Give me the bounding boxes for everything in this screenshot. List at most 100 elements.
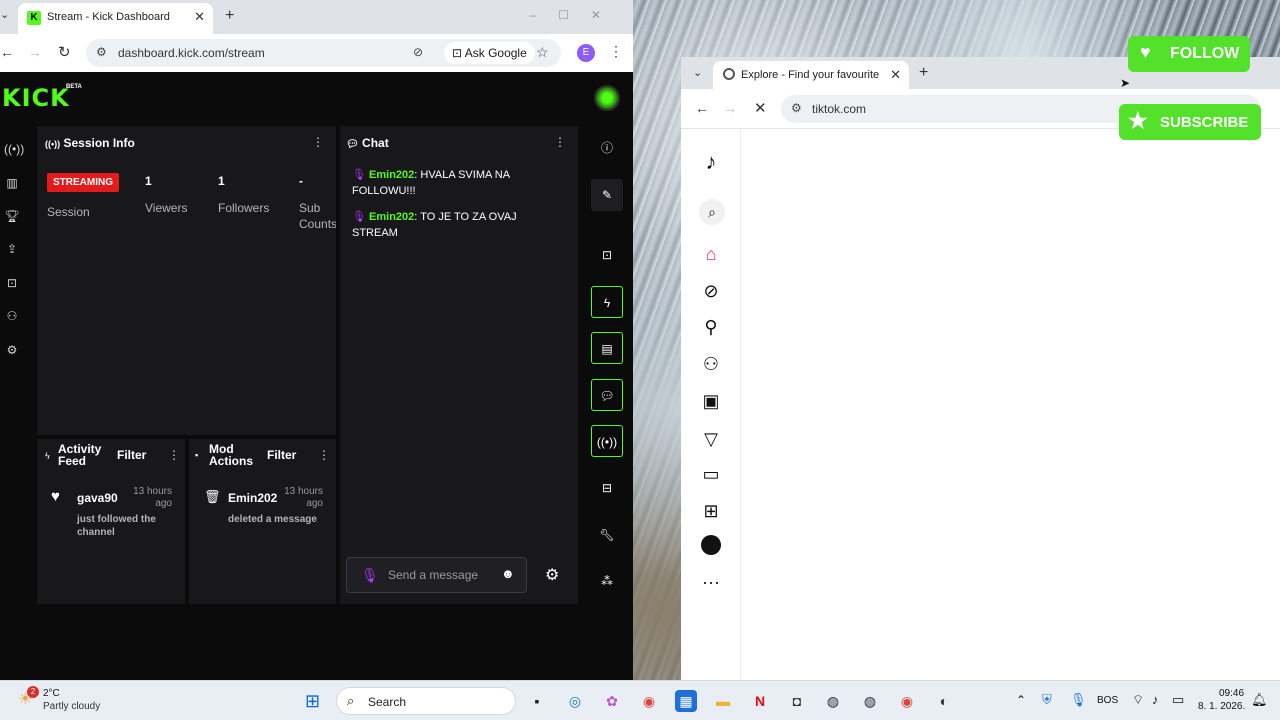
- session-label: Session: [47, 205, 90, 219]
- new-tab-icon[interactable]: +: [919, 64, 928, 82]
- messages-send-icon[interactable]: ▽: [699, 427, 723, 451]
- mic-tray-icon[interactable]: 🎙︎: [1070, 692, 1087, 708]
- more-icon[interactable]: ···: [699, 570, 723, 594]
- tab-search-icon[interactable]: ⌄: [0, 8, 10, 26]
- share-icon[interactable]: ⁂: [591, 565, 623, 597]
- taskbar-search[interactable]: ⌕ Search: [336, 687, 516, 715]
- chrome-menu-icon[interactable]: ⋮: [609, 43, 623, 60]
- search-icon[interactable]: ⌕: [699, 199, 725, 225]
- wifi-icon[interactable]: ⌔: [1132, 692, 1144, 708]
- tab-kick-dashboard[interactable]: K Stream - Kick Dashboard ✕: [18, 3, 213, 34]
- friends-icon[interactable]: ⚇: [699, 352, 723, 376]
- weather-temp[interactable]: 2°C: [43, 688, 60, 699]
- user-avatar[interactable]: [594, 85, 620, 111]
- file-explorer-icon[interactable]: ▬: [712, 690, 734, 712]
- chat-input[interactable]: 🎙︎ Send a message ☻: [346, 557, 527, 593]
- close-tab-icon[interactable]: ✕: [890, 67, 901, 83]
- ask-google-button[interactable]: ⊡ Ask Google: [444, 42, 535, 64]
- kick-logo[interactable]: KICK: [2, 84, 70, 112]
- camera-icon[interactable]: ◘: [786, 690, 808, 712]
- netflix-icon[interactable]: N: [749, 690, 771, 712]
- window-controls[interactable]: –☐✕: [530, 8, 624, 22]
- mod-filter-button[interactable]: Filter: [267, 448, 296, 462]
- wrench-icon[interactable]: 🔧︎: [591, 519, 623, 551]
- notification-bell-icon[interactable]: 🔔︎: [1251, 692, 1268, 708]
- tiktok-logo-icon[interactable]: ♪: [699, 150, 723, 174]
- notes-icon[interactable]: ▤: [591, 332, 623, 364]
- quick-action-icon[interactable]: ϟ: [591, 286, 623, 318]
- clock-date[interactable]: 8. 1. 2026.: [1198, 701, 1245, 712]
- upload-icon[interactable]: ⇪: [4, 242, 20, 258]
- chrome-icon[interactable]: ◉: [638, 690, 660, 712]
- upload-plus-icon[interactable]: ⊞: [699, 499, 723, 523]
- tray-chevron-icon[interactable]: ⌃: [1016, 693, 1026, 707]
- chat-username[interactable]: Emin202: [369, 169, 414, 181]
- info-icon[interactable]: ⓘ: [591, 132, 623, 164]
- tab-tiktok-explore[interactable]: Explore - Find your favourite vi ✕: [713, 61, 909, 89]
- chat-username[interactable]: Emin202: [369, 211, 414, 223]
- chat-icon[interactable]: 💬︎: [591, 379, 623, 411]
- language-indicator[interactable]: BOS: [1097, 695, 1118, 706]
- copilot-icon[interactable]: ✿: [601, 690, 623, 712]
- address-bar[interactable]: ⚙ dashboard.kick.com/stream ⊘ ⊡ Ask Goog…: [86, 39, 561, 67]
- mic-icon[interactable]: 🎙︎: [361, 567, 379, 584]
- activity-username[interactable]: gava90: [77, 491, 118, 505]
- edge-icon[interactable]: ◎: [564, 690, 586, 712]
- new-tab-icon[interactable]: +: [225, 7, 234, 25]
- site-settings-icon[interactable]: ⚙: [96, 45, 107, 59]
- session-menu-icon[interactable]: ⋮: [312, 135, 324, 149]
- store-icon[interactable]: ▦: [675, 690, 697, 712]
- back-icon[interactable]: ←: [695, 100, 709, 116]
- chat-menu-icon[interactable]: ⋮: [554, 135, 566, 149]
- tab-search-icon[interactable]: ⌄: [693, 66, 702, 79]
- forward-icon[interactable]: →: [28, 44, 42, 60]
- weather-desc[interactable]: Partly cloudy: [43, 701, 100, 712]
- profile-avatar[interactable]: E: [577, 44, 595, 62]
- profile-avatar[interactable]: [701, 535, 721, 555]
- edit-icon[interactable]: ✎: [591, 179, 623, 211]
- mod-actions-title: Mod Actions: [209, 442, 254, 468]
- clock-time[interactable]: 09:46: [1219, 688, 1244, 699]
- activity-menu-icon[interactable]: ⋮: [168, 448, 180, 462]
- capture-icon[interactable]: ⊡: [591, 239, 623, 271]
- chat-message[interactable]: 🎙︎ Emin202: TO JE TO ZA OVAJ STREAM: [352, 209, 542, 241]
- activity-filter-button[interactable]: Filter: [117, 448, 146, 462]
- start-windows-icon[interactable]: ⊞: [305, 691, 320, 712]
- analytics-icon[interactable]: ▥: [4, 176, 20, 192]
- close-tab-icon[interactable]: ✕: [194, 9, 205, 25]
- stream-icon[interactable]: ((•)): [4, 142, 24, 158]
- trophy-icon[interactable]: 🏆︎: [4, 209, 20, 225]
- mod-username[interactable]: Emin202: [228, 491, 277, 505]
- reload-icon[interactable]: ↻: [58, 43, 71, 61]
- home-icon[interactable]: ⌂: [699, 242, 723, 266]
- chat-message[interactable]: 🎙︎ Emin202: HVALA SVIMA NA FOLLOWU!!!: [352, 167, 542, 199]
- site-settings-icon[interactable]: ⚙: [791, 101, 802, 115]
- explore-compass-icon[interactable]: ⊘: [699, 279, 723, 303]
- stop-loading-icon[interactable]: ✕: [754, 99, 767, 117]
- chat-settings-icon[interactable]: ⚙: [545, 565, 559, 585]
- bookmark-star-icon[interactable]: ☆: [536, 44, 549, 61]
- subs-value: -: [299, 174, 303, 188]
- task-view-icon[interactable]: ▪: [526, 690, 548, 712]
- emoji-icon[interactable]: ☻: [501, 566, 515, 581]
- following-icon[interactable]: ⚲: [699, 315, 723, 339]
- broadcast-icon[interactable]: ((•)): [591, 425, 623, 457]
- obs-icon[interactable]: ◐: [933, 690, 955, 712]
- community-icon[interactable]: ⚇: [4, 309, 20, 325]
- battery-icon[interactable]: ▭: [1172, 692, 1184, 708]
- eye-off-icon[interactable]: ⊘: [413, 45, 423, 59]
- layout-icon[interactable]: ⊟: [591, 472, 623, 504]
- inbox-icon[interactable]: ▭: [699, 462, 723, 486]
- mod-menu-icon[interactable]: ⋮: [318, 448, 330, 462]
- back-icon[interactable]: ←: [0, 44, 14, 60]
- settings-icon[interactable]: ⚙: [4, 343, 20, 359]
- capture-icon[interactable]: ⊡: [4, 276, 20, 292]
- forward-icon[interactable]: →: [723, 100, 737, 116]
- steam-icon[interactable]: ◍: [822, 690, 844, 712]
- live-icon[interactable]: ▣: [699, 389, 723, 413]
- steam-alt-icon[interactable]: ◍: [859, 690, 881, 712]
- volume-icon[interactable]: ♪: [1152, 692, 1159, 707]
- security-icon[interactable]: ⛨: [1042, 692, 1052, 708]
- chrome-profile-icon[interactable]: ◉: [896, 690, 918, 712]
- windows-taskbar: ☀ 2 2°C Partly cloudy ⊞ ⌕ Search ▪ ◎ ✿ ◉…: [0, 680, 1280, 720]
